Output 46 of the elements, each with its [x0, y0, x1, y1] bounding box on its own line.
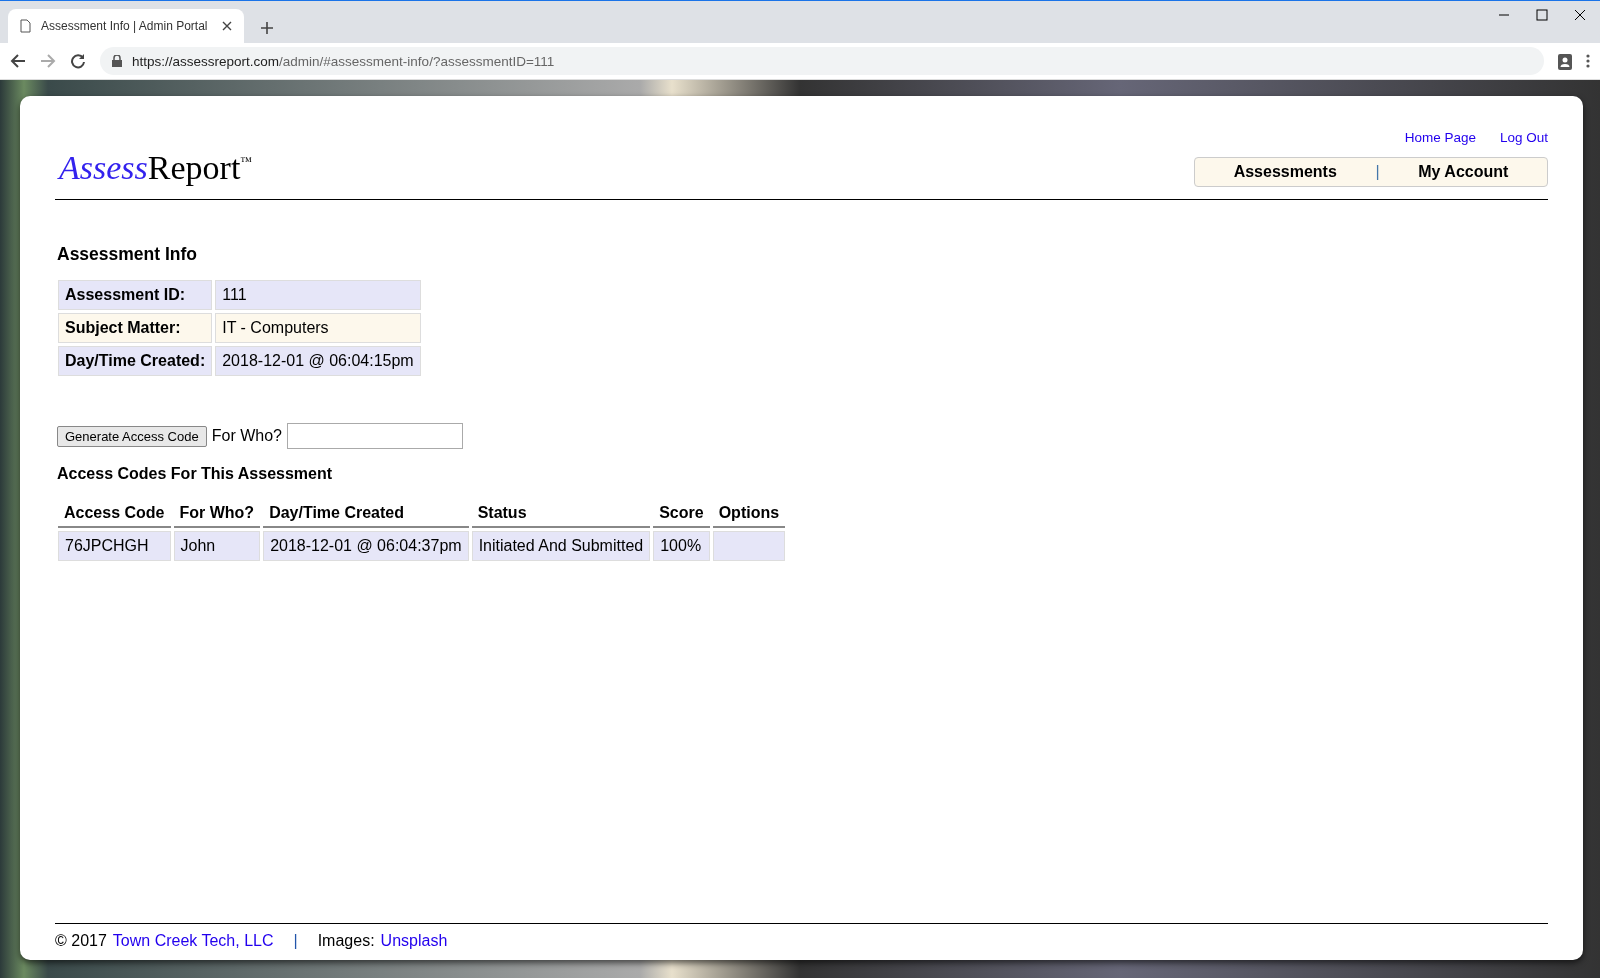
- section-title: Assessment Info: [57, 244, 199, 265]
- lock-icon: [112, 55, 122, 67]
- table-cell: 2018-12-01 @ 06:04:37pm: [263, 531, 469, 561]
- column-header: Day/Time Created: [263, 500, 469, 528]
- table-cell: 100%: [653, 531, 710, 561]
- column-header: For Who?: [173, 500, 261, 528]
- close-icon[interactable]: [1574, 9, 1586, 21]
- tab-title: Assessment Info | Admin Portal: [41, 19, 209, 33]
- browser-tab[interactable]: Assessment Info | Admin Portal: [8, 9, 244, 43]
- section-title: Access Codes For This Assessment: [57, 465, 334, 483]
- field-value: 2018-12-01 @ 06:04:15pm: [215, 346, 421, 376]
- page-icon: [20, 19, 31, 33]
- field-value: IT - Computers: [215, 313, 421, 343]
- reload-icon[interactable]: [70, 53, 86, 69]
- table-cell: 76JPCHGH: [58, 531, 171, 561]
- field-label: Subject Matter:: [58, 313, 213, 343]
- header-link[interactable]: Log Out: [1499, 130, 1548, 145]
- nav-separator: |: [1375, 163, 1380, 181]
- nav-link[interactable]: My Account: [1418, 163, 1509, 181]
- column-header: Status: [471, 500, 651, 528]
- field-label: Day/Time Created:: [58, 346, 213, 376]
- table-cell: John: [173, 531, 261, 561]
- nav-link[interactable]: Assessments: [1233, 163, 1337, 181]
- table-cell: Initiated And Submitted: [471, 531, 651, 561]
- column-header: Access Code: [58, 500, 171, 528]
- maximize-icon[interactable]: [1536, 9, 1548, 21]
- column-header: Score: [653, 500, 710, 528]
- logo: AssessReport$^{™}$: [59, 149, 253, 187]
- clipboard-person-icon[interactable]: [1558, 52, 1572, 70]
- field-label: For Who?: [211, 427, 282, 445]
- images-link[interactable]: Unsplash: [380, 932, 448, 950]
- copyright-text: © 2017: [55, 932, 107, 950]
- new-tab-icon[interactable]: [260, 21, 274, 35]
- for-who-input[interactable]: [286, 423, 463, 449]
- menu-icon[interactable]: [1586, 54, 1590, 68]
- footer-separator: |: [293, 932, 298, 950]
- images-label: Images:: [317, 932, 375, 950]
- back-icon[interactable]: [10, 53, 26, 69]
- field-value: 111: [215, 280, 421, 310]
- address-bar[interactable]: https://assessreport.com/admin/#assessment-info/?assessmentID=111: [100, 47, 1544, 75]
- generate-button[interactable]: Generate Access Code: [57, 425, 207, 447]
- header-link[interactable]: Home Page: [1404, 130, 1476, 145]
- company-link[interactable]: Town Creek Tech, LLC: [112, 932, 274, 950]
- close-icon[interactable]: [222, 21, 232, 31]
- column-header: Options: [712, 500, 786, 528]
- field-label: Assessment ID:: [58, 280, 213, 310]
